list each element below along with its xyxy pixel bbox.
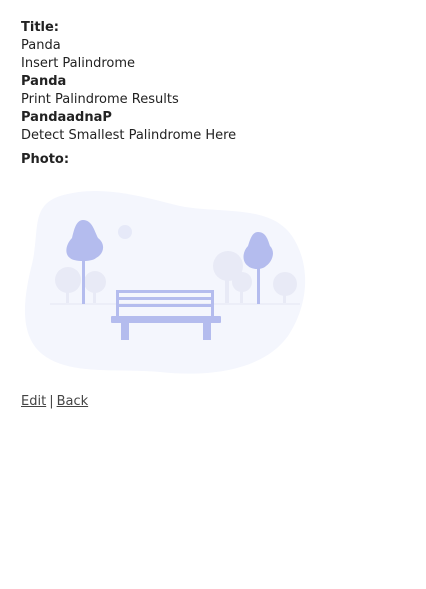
- title-label: Title:: [21, 20, 60, 35]
- insert-palindrome-value: Panda: [21, 74, 67, 89]
- sun-icon: [118, 225, 132, 239]
- title-value: Panda: [21, 38, 61, 53]
- print-results-text: Print Palindrome Results: [21, 92, 179, 107]
- park-bench-illustration: [24, 190, 306, 374]
- insert-palindrome-text: Insert Palindrome: [21, 56, 136, 71]
- link-separator: |: [49, 394, 54, 409]
- photo-label: Photo:: [21, 152, 70, 167]
- detect-palindrome-text: Detect Smallest Palindrome Here: [21, 128, 237, 143]
- print-results-value: PandaadnaP: [21, 110, 112, 125]
- edit-link[interactable]: Edit: [21, 394, 46, 409]
- back-link[interactable]: Back: [57, 394, 89, 409]
- action-links: Edit | Back: [21, 393, 88, 411]
- page: Title: Panda Insert Palindrome Panda Pri…: [0, 0, 426, 589]
- details-section: Title: Panda Insert Palindrome Panda Pri…: [21, 19, 411, 169]
